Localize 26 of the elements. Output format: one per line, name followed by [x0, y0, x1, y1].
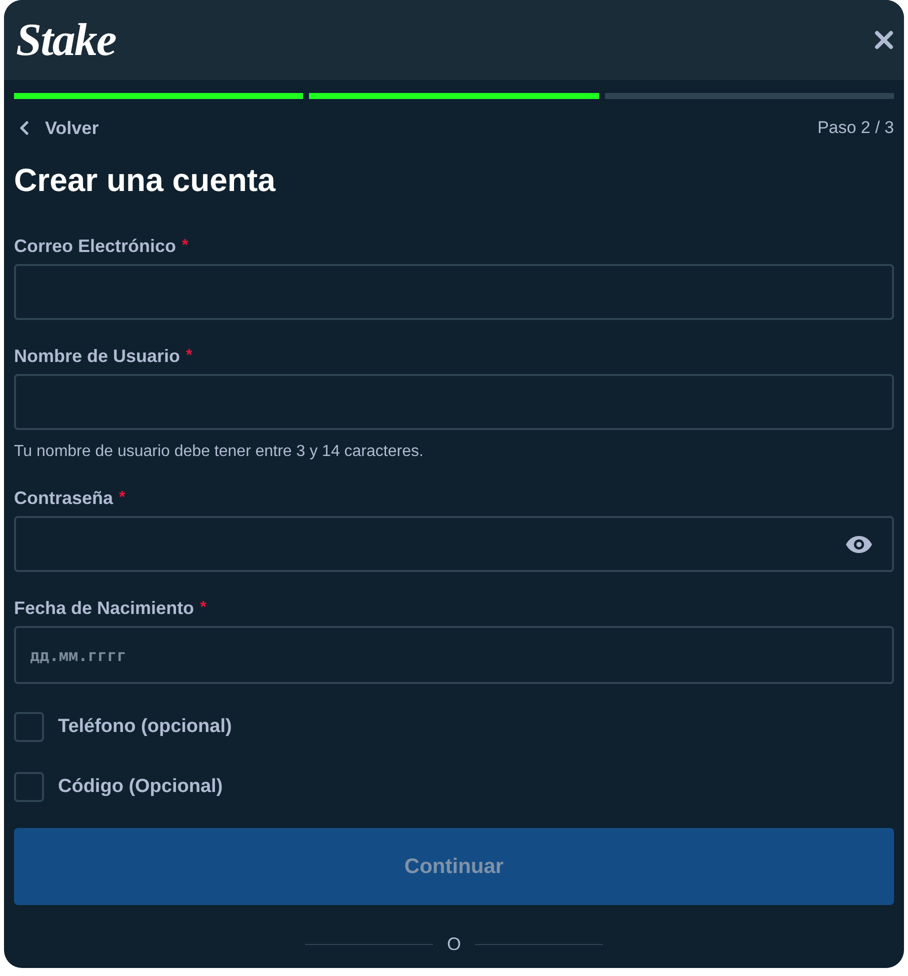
hint-text: Tu nombre de usuario debe tener entre 3 y 14 caracteres. — [14, 442, 424, 462]
chevron-icon — [19, 121, 29, 135]
required-mark: * — [182, 236, 188, 256]
field-label: Fecha de Nacimiento — [14, 597, 194, 620]
logo: Stake — [16, 17, 116, 63]
required-mark: * — [186, 346, 192, 366]
input-field[interactable] — [14, 374, 894, 430]
required-mark: * — [119, 488, 126, 508]
field-label: Correo Electrónico — [14, 235, 176, 258]
required-mark: * — [200, 598, 206, 618]
eye-icon[interactable] — [846, 536, 872, 552]
close-icon — [874, 30, 894, 50]
field-label: Nombre de Usuario — [14, 345, 180, 368]
checkbox-label: Teléfono (opcional) — [58, 716, 232, 738]
date-field[interactable]: дд.мм.гггг — [14, 626, 894, 684]
close-button[interactable] — [874, 30, 894, 50]
input-field[interactable] — [14, 264, 894, 320]
checkbox[interactable] — [14, 712, 44, 742]
page-title: Crear una cuenta — [14, 161, 277, 200]
divider-text: O — [446, 934, 461, 954]
checkbox[interactable] — [14, 772, 44, 802]
password-field[interactable] — [14, 516, 894, 572]
step-counter: Paso 2 / 3 — [817, 118, 894, 138]
back-button[interactable]: Volver — [14, 118, 99, 138]
field-label: Contraseña — [14, 487, 114, 510]
checkbox-label: Código (Opcional) — [58, 776, 223, 798]
